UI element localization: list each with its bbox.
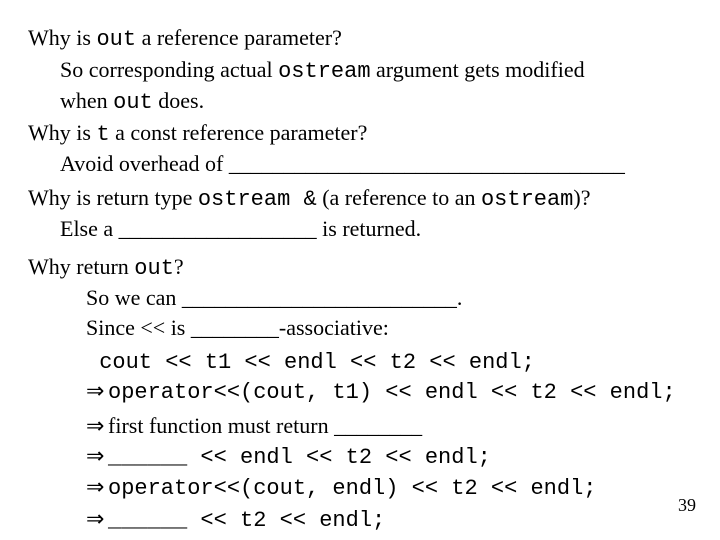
- code-line-2: ⇒operator<<(cout, t1) << endl << t2 << e…: [86, 377, 692, 407]
- q2-answer: Avoid overhead of ______________________…: [60, 150, 692, 178]
- deriv-line-3: ⇒operator<<(cout, endl) << t2 << endl;: [86, 473, 692, 503]
- code: operator<<(cout, endl) << t2 << endl;: [108, 476, 596, 501]
- arrow-icon: ⇒: [86, 377, 108, 405]
- derivation-block: ⇒first function must return ________ ⇒__…: [86, 412, 692, 534]
- code-line-1: cout << t1 << endl << t2 << endl;: [86, 349, 692, 377]
- text: argument gets modified: [371, 57, 585, 82]
- page-number: 39: [678, 494, 696, 517]
- text: (a reference to an: [317, 185, 481, 210]
- deriv-line-4: ⇒______ << t2 << endl;: [86, 505, 692, 535]
- q1-answer-l1: So corresponding actual ostream argument…: [60, 56, 692, 86]
- text: first function must return ________: [108, 413, 422, 438]
- arrow-icon: ⇒: [86, 505, 108, 533]
- arrow-icon: ⇒: [86, 442, 108, 470]
- code: out: [96, 27, 136, 52]
- code: out: [134, 256, 174, 281]
- arrow-icon: ⇒: [86, 473, 108, 501]
- code: operator<<(cout, t1) << endl << t2 << en…: [108, 380, 676, 405]
- text: a const reference parameter?: [110, 120, 368, 145]
- q4-question: Why return out?: [28, 253, 692, 283]
- q1-answer-l2: when out does.: [60, 87, 692, 117]
- text: Why is: [28, 120, 96, 145]
- code: t: [96, 122, 109, 147]
- code-block: cout << t1 << endl << t2 << endl; ⇒opera…: [86, 349, 692, 406]
- arrow-icon: ⇒: [86, 412, 108, 440]
- text: So corresponding actual: [60, 57, 278, 82]
- q2-question: Why is t a const reference parameter?: [28, 119, 692, 149]
- text: when: [60, 88, 113, 113]
- deriv-line-2: ⇒______ << endl << t2 << endl;: [86, 442, 692, 472]
- q3-question: Why is return type ostream & (a referenc…: [28, 184, 692, 214]
- code: ostream: [278, 59, 370, 84]
- slide: Why is out a reference parameter? So cor…: [0, 0, 720, 540]
- text: does.: [153, 88, 204, 113]
- code: out: [113, 90, 153, 115]
- text: Why return: [28, 254, 134, 279]
- text: ?: [174, 254, 184, 279]
- text: Why is: [28, 25, 96, 50]
- text: Else a __________________ is returned.: [60, 216, 421, 241]
- q3-answer: Else a __________________ is returned.: [60, 215, 692, 243]
- q1-question: Why is out a reference parameter?: [28, 24, 692, 54]
- text: So we can _________________________.: [86, 285, 462, 310]
- text: Why is return type: [28, 185, 198, 210]
- code: ostream &: [198, 187, 317, 212]
- text: Avoid overhead of ______________________…: [60, 151, 625, 176]
- q4-answer-2: Since << is ________-associative:: [86, 314, 692, 342]
- code: ostream: [481, 187, 573, 212]
- text: Since << is ________-associative:: [86, 315, 389, 340]
- text: )?: [573, 185, 590, 210]
- deriv-line-1: ⇒first function must return ________: [86, 412, 692, 440]
- q4-answer-1: So we can _________________________.: [86, 284, 692, 312]
- code: ______ << endl << t2 << endl;: [108, 445, 491, 470]
- text: a reference parameter?: [136, 25, 342, 50]
- code: ______ << t2 << endl;: [108, 508, 385, 533]
